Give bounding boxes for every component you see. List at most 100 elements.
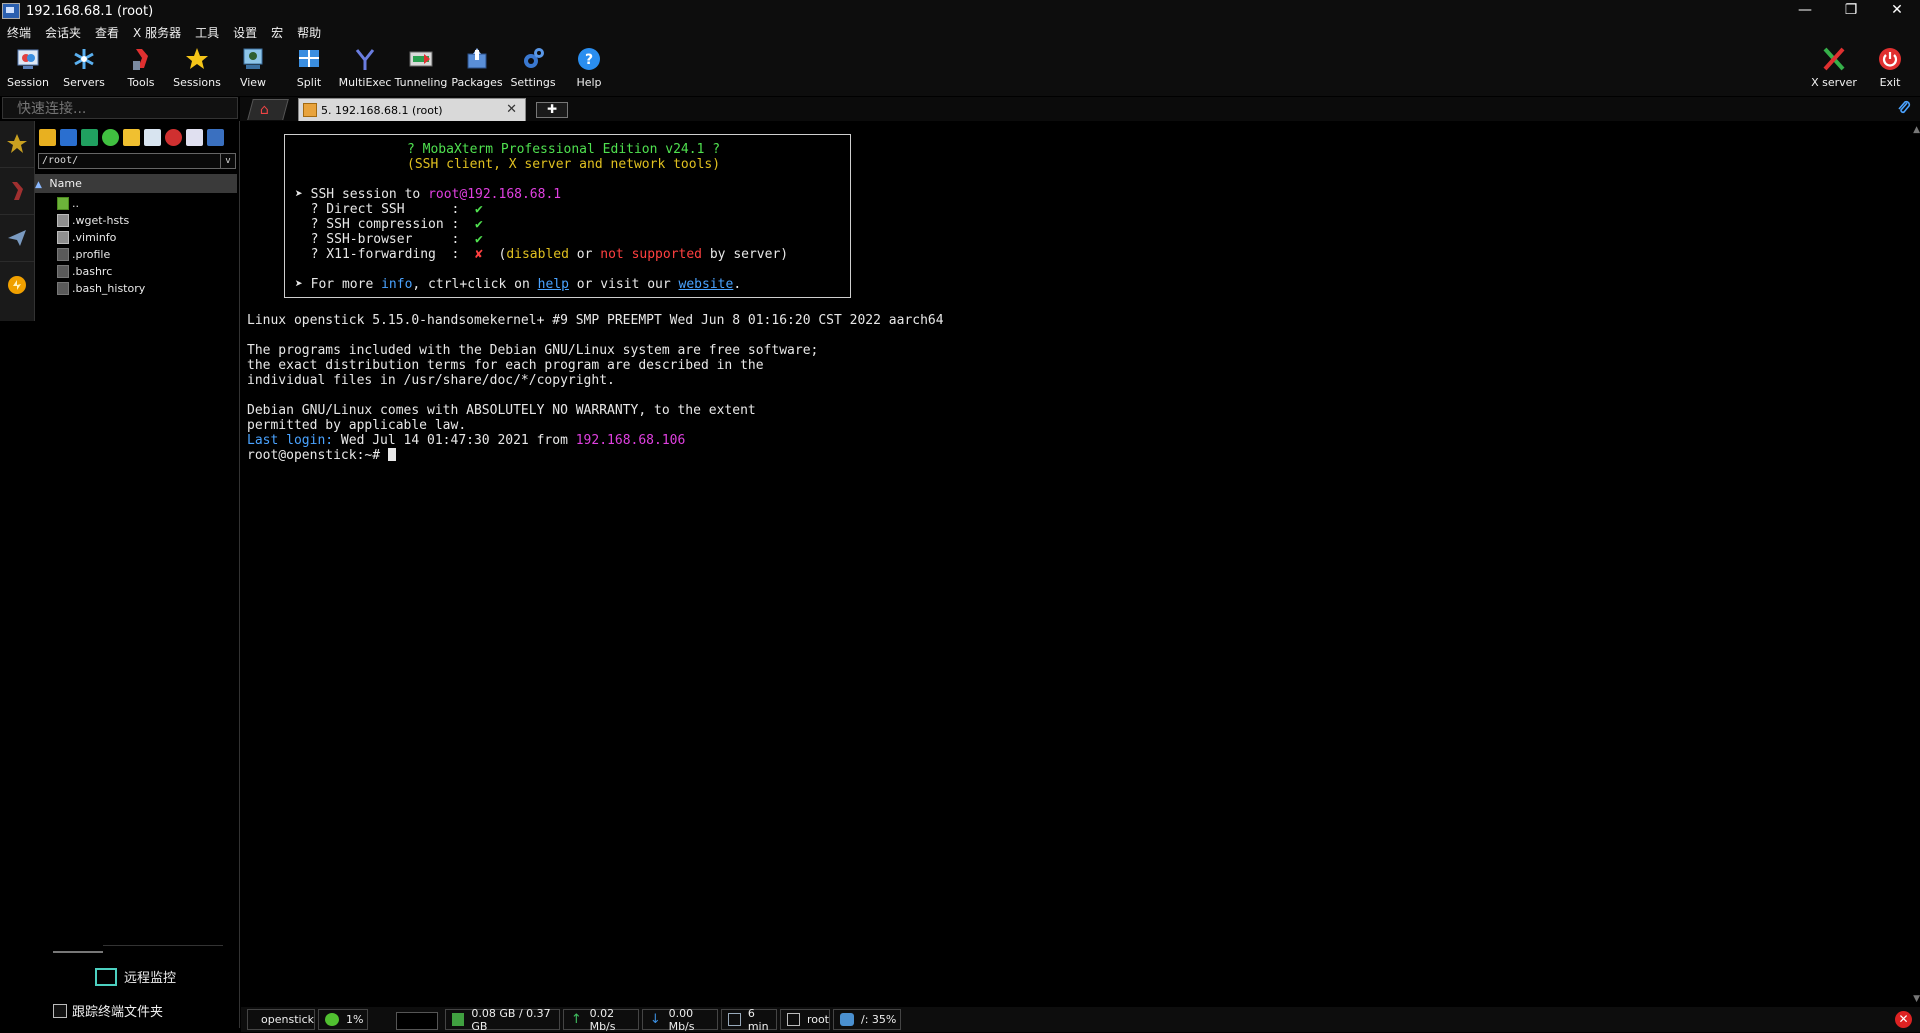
prompt-line[interactable]: root@openstick:~# <box>247 448 396 463</box>
terminal-area[interactable]: ? MobaXterm Professional Edition v24.1 ?… <box>241 121 1907 1007</box>
parent-dir-icon <box>57 197 69 210</box>
bookmark-icon[interactable] <box>207 129 224 146</box>
power-icon <box>1877 46 1903 72</box>
error-close-icon[interactable]: ✕ <box>1895 1011 1912 1028</box>
home-tab[interactable]: ⌂ <box>247 99 289 120</box>
mobaxterm-app-icon <box>2 3 20 19</box>
help-link[interactable]: help <box>538 277 569 292</box>
quick-connect-input[interactable] <box>3 99 237 119</box>
new-file-icon[interactable] <box>144 129 161 146</box>
ssh-browser-line: ? SSH-browser : ✔ <box>295 232 483 247</box>
download-icon[interactable] <box>60 129 77 146</box>
minimize-button[interactable]: — <box>1782 0 1828 22</box>
refresh-icon[interactable] <box>102 129 119 146</box>
xserver-icon <box>1821 46 1847 72</box>
main-toolbar: Session Servers Tools Sessions View Spli… <box>0 42 1920 96</box>
view-button[interactable]: View <box>225 44 281 94</box>
menu-settings[interactable]: 设置 <box>226 24 264 41</box>
macros-side-tab[interactable] <box>0 215 34 262</box>
name-column-label: Name <box>49 177 81 190</box>
multiexec-label: MultiExec <box>337 76 393 89</box>
panel-divider-line <box>103 945 223 946</box>
disk-value: /: 35% <box>861 1013 896 1026</box>
shell-prompt: root@openstick:~# <box>247 448 388 463</box>
menu-tools[interactable]: 工具 <box>188 24 226 41</box>
upload-icon[interactable] <box>81 129 98 146</box>
ssh-browser-label: ? SSH-browser : <box>295 232 475 247</box>
monitor-icon <box>95 968 117 986</box>
file-row-bashrc[interactable]: .bashrc <box>57 263 145 280</box>
menu-terminal[interactable]: 终端 <box>0 24 38 41</box>
scroll-up-arrow[interactable]: ▲ <box>1913 125 1920 135</box>
close-window-button[interactable]: ✕ <box>1874 0 1920 22</box>
more-visit: or visit our <box>569 277 679 292</box>
sessions-side-tab[interactable] <box>0 121 34 168</box>
file-icon <box>57 231 69 244</box>
scroll-down-arrow[interactable]: ▼ <box>1913 994 1920 1004</box>
remote-monitoring-button[interactable]: 远程监控 <box>95 967 176 986</box>
split-label: Split <box>281 76 337 89</box>
tools-side-tab[interactable] <box>0 168 34 215</box>
download-value: 0.00 Mb/s <box>669 1007 717 1033</box>
session-button[interactable]: Session <box>0 44 56 94</box>
exit-button[interactable]: Exit <box>1862 44 1918 94</box>
menu-help[interactable]: 帮助 <box>290 24 328 41</box>
menu-xserver[interactable]: X 服务器 <box>126 24 188 41</box>
file-row-bash-history[interactable]: .bash_history <box>57 280 145 297</box>
motd-line-1: The programs included with the Debian GN… <box>247 343 818 358</box>
settings-button[interactable]: Settings <box>505 44 561 94</box>
new-tab-button[interactable]: ✚ <box>536 102 568 118</box>
new-folder-icon[interactable] <box>123 129 140 146</box>
tools-button[interactable]: Tools <box>113 44 169 94</box>
tunneling-button[interactable]: Tunneling <box>393 44 449 94</box>
x11-or: or <box>569 247 600 262</box>
ssh-session-line: ➤ SSH session to root@192.168.68.1 <box>295 187 561 202</box>
follow-terminal-checkbox[interactable] <box>53 1004 67 1018</box>
help-button[interactable]: ? Help <box>561 44 617 94</box>
website-link[interactable]: website <box>679 277 734 292</box>
parent-folder-icon[interactable] <box>39 129 56 146</box>
menu-macros[interactable]: 宏 <box>264 24 290 41</box>
file-row-profile[interactable]: .profile <box>57 246 145 263</box>
delete-icon[interactable] <box>165 129 182 146</box>
star-icon <box>6 133 28 155</box>
sort-ascending-icon: ▲ <box>35 180 42 190</box>
motd-line-2: the exact distribution terms for each pr… <box>247 358 764 373</box>
follow-terminal-folder[interactable]: 跟踪终端文件夹 <box>53 1001 163 1020</box>
status-uptime: 6 min <box>721 1009 777 1030</box>
menu-view[interactable]: 查看 <box>88 24 126 41</box>
session-tab[interactable]: 5. 192.168.68.1 (root) ✕ <box>298 98 526 121</box>
menu-sessions[interactable]: 会话夹 <box>38 24 88 41</box>
multiexec-button[interactable]: MultiExec <box>337 44 393 94</box>
file-row-viminfo[interactable]: .viminfo <box>57 229 145 246</box>
paperclip-icon[interactable] <box>1896 100 1912 116</box>
file-row-wget-hsts[interactable]: .wget-hsts <box>57 212 145 229</box>
sftp-browser-panel: /root/ v ▲ Name .. .wget-hsts .viminfo .… <box>35 121 240 1028</box>
motd-line-3: individual files in /usr/share/doc/*/cop… <box>247 373 615 388</box>
path-dropdown-icon[interactable]: v <box>220 154 235 168</box>
status-cpu: 1% <box>318 1009 368 1030</box>
paper-plane-icon <box>6 227 28 249</box>
direct-ssh-line: ? Direct SSH : ✔ <box>295 202 483 217</box>
uname-line: Linux openstick 5.15.0-handsomekernel+ #… <box>247 313 944 328</box>
memory-icon <box>452 1013 464 1026</box>
file-row-parent[interactable]: .. <box>57 195 145 212</box>
session-icon <box>15 46 41 72</box>
settings-label: Settings <box>505 76 561 89</box>
name-column-header[interactable]: ▲ Name <box>35 174 237 193</box>
packages-icon <box>464 46 490 72</box>
session-tab-label: 5. 192.168.68.1 (root) <box>321 104 443 117</box>
cpu-value: 1% <box>346 1013 363 1026</box>
close-tab-icon[interactable]: ✕ <box>506 102 517 117</box>
restore-button[interactable]: ❐ <box>1828 0 1874 22</box>
sftp-side-tab[interactable] <box>0 262 34 308</box>
servers-button[interactable]: Servers <box>56 44 112 94</box>
sessions-button[interactable]: Sessions <box>169 44 225 94</box>
more-prefix: ➤ For more <box>295 277 381 292</box>
split-button[interactable]: Split <box>281 44 337 94</box>
xserver-button[interactable]: X server <box>1806 44 1862 94</box>
sftp-path-field[interactable]: /root/ v <box>38 153 236 169</box>
packages-button[interactable]: Packages <box>449 44 505 94</box>
rename-icon[interactable] <box>186 129 203 146</box>
more-info-line: ➤ For more info, ctrl+click on help or v… <box>295 277 741 292</box>
